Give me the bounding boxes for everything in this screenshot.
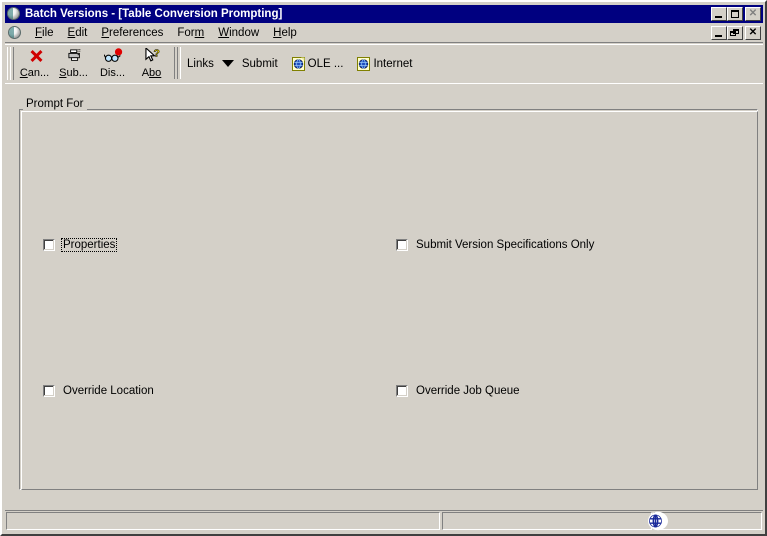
mdi-close-button[interactable]: ✕ (745, 26, 761, 40)
groupbox-title: Prompt For (23, 98, 87, 110)
window-control-buttons: ✕ (711, 7, 763, 21)
menu-bar: File Edit Preferences Form Window Help ✕ (5, 24, 763, 43)
checkbox-submit-version-specifications-only-box[interactable] (396, 239, 408, 251)
application-window: Batch Versions - [Table Conversion Promp… (0, 0, 767, 536)
checkbox-submit-version-specifications-only-label[interactable]: Submit Version Specifications Only (414, 238, 596, 252)
status-internet-globe-icon[interactable] (647, 511, 669, 531)
link-submit[interactable]: Submit (242, 58, 278, 70)
toolbar-gripper[interactable] (6, 47, 14, 80)
menu-item-file[interactable]: File (28, 25, 61, 41)
internet-globe-icon (357, 56, 371, 71)
form-client-area: Properties Submit Version Specifications… (5, 83, 763, 504)
status-pane-3 (654, 512, 762, 530)
toolbar-button-group: Can... Sub... Dis... ? Abo (15, 45, 171, 82)
cancel-button[interactable]: Can... (15, 47, 54, 81)
checkbox-override-job-queue-box[interactable] (396, 385, 408, 397)
close-button[interactable]: ✕ (745, 7, 761, 21)
link-internet[interactable]: Internet (357, 56, 412, 71)
menu-item-preferences[interactable]: Preferences (94, 25, 170, 41)
links-area: Links Submit OLE ... Internet (182, 45, 426, 82)
status-pane-1 (6, 512, 440, 530)
arrow-question-icon: ? (140, 48, 164, 66)
mdi-close-icon: ✕ (748, 27, 758, 38)
red-x-icon (23, 48, 47, 66)
menu-item-help[interactable]: Help (266, 25, 304, 41)
title-bar: Batch Versions - [Table Conversion Promp… (5, 5, 763, 23)
checkbox-properties-box[interactable] (43, 239, 55, 251)
menu-item-window[interactable]: Window (211, 25, 266, 41)
submit-button[interactable]: Sub... (54, 47, 93, 81)
links-label: Links (187, 57, 214, 70)
display-button[interactable]: Dis... (93, 47, 132, 81)
chevron-down-icon[interactable] (221, 60, 234, 67)
checkbox-properties-label[interactable]: Properties (61, 238, 118, 252)
checkbox-override-location-label[interactable]: Override Location (61, 384, 156, 398)
maximize-button[interactable] (727, 7, 743, 21)
prompt-for-groupbox (19, 109, 758, 490)
status-pane-2 (442, 512, 652, 530)
mdi-control-buttons: ✕ (711, 26, 763, 40)
glasses-balloon-icon (101, 48, 125, 66)
about-button[interactable]: ? Abo (132, 47, 171, 81)
svg-text:?: ? (153, 48, 159, 59)
toolbar-separator (174, 47, 181, 79)
mdi-sphere-icon[interactable] (8, 25, 23, 41)
checkbox-properties[interactable]: Properties (43, 238, 118, 252)
minimize-button[interactable] (711, 7, 727, 21)
close-icon: ✕ (748, 8, 758, 19)
toolbar: Can... Sub... Dis... ? Abo Links Submit … (5, 44, 763, 82)
ole-document-icon (291, 56, 305, 71)
link-ole[interactable]: OLE ... (291, 56, 343, 71)
window-sphere-icon[interactable] (7, 7, 21, 21)
mdi-minimize-button[interactable] (711, 26, 727, 40)
checkbox-submit-version-specifications-only[interactable]: Submit Version Specifications Only (396, 238, 596, 252)
printer-icon (62, 48, 86, 66)
menu-item-edit[interactable]: Edit (61, 25, 95, 41)
checkbox-override-job-queue-label[interactable]: Override Job Queue (414, 384, 522, 398)
menu-item-form[interactable]: Form (170, 25, 211, 41)
checkbox-override-location[interactable]: Override Location (43, 384, 156, 398)
mdi-restore-button[interactable] (727, 26, 743, 40)
window-title: Batch Versions - [Table Conversion Promp… (25, 8, 283, 20)
checkbox-override-job-queue[interactable]: Override Job Queue (396, 384, 522, 398)
checkbox-override-location-box[interactable] (43, 385, 55, 397)
